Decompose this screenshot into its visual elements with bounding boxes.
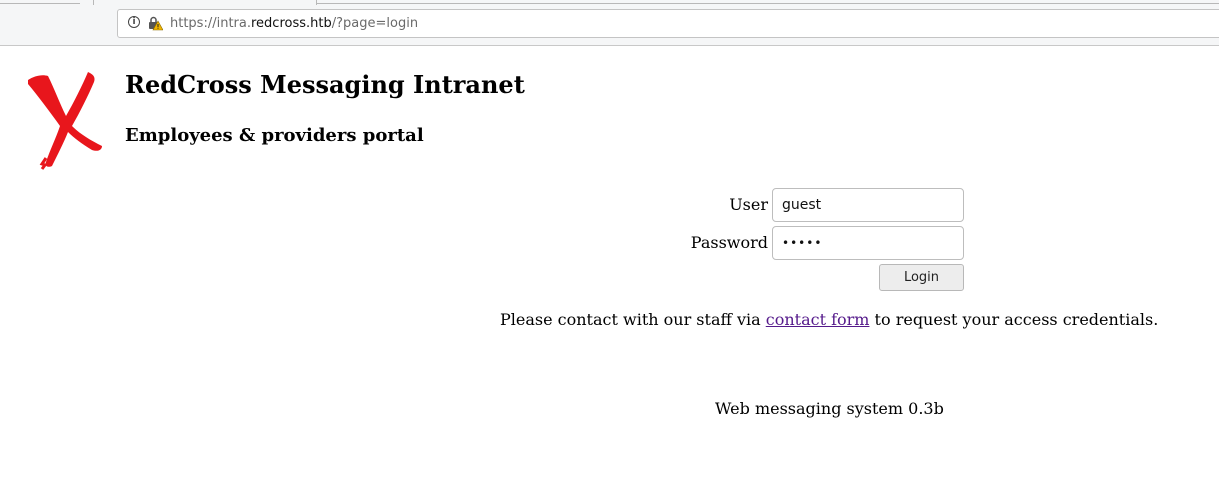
- tab-strip: [317, 0, 1219, 4]
- insecure-lock-icon[interactable]: [147, 15, 163, 31]
- password-label: Password: [690, 233, 768, 252]
- active-tab[interactable]: [93, 0, 317, 5]
- contact-message: Please contact with our staff via contac…: [500, 310, 1158, 329]
- login-button[interactable]: Login: [879, 264, 964, 291]
- browser-toolbar: i https://intra.redcross.htb/?page=login: [0, 0, 1219, 46]
- page-subtitle: Employees & providers portal: [125, 125, 424, 146]
- tab-strip: [0, 0, 80, 4]
- contact-text-after: to request your access credentials.: [874, 310, 1159, 329]
- user-label: User: [729, 195, 768, 214]
- url-text[interactable]: https://intra.redcross.htb/?page=login: [170, 16, 418, 31]
- contact-form-link[interactable]: contact form: [766, 310, 870, 329]
- user-input[interactable]: guest: [772, 188, 964, 222]
- page-title: RedCross Messaging Intranet: [125, 70, 525, 99]
- red-x-logo-icon: [28, 72, 102, 170]
- url-domain: redcross.htb: [251, 16, 332, 31]
- contact-text-before: Please contact with our staff via: [500, 310, 761, 329]
- password-input[interactable]: •••••: [772, 226, 964, 260]
- address-bar[interactable]: i https://intra.redcross.htb/?page=login: [117, 9, 1219, 38]
- version-footer: Web messaging system 0.3b: [715, 399, 944, 418]
- info-icon[interactable]: i: [128, 16, 140, 28]
